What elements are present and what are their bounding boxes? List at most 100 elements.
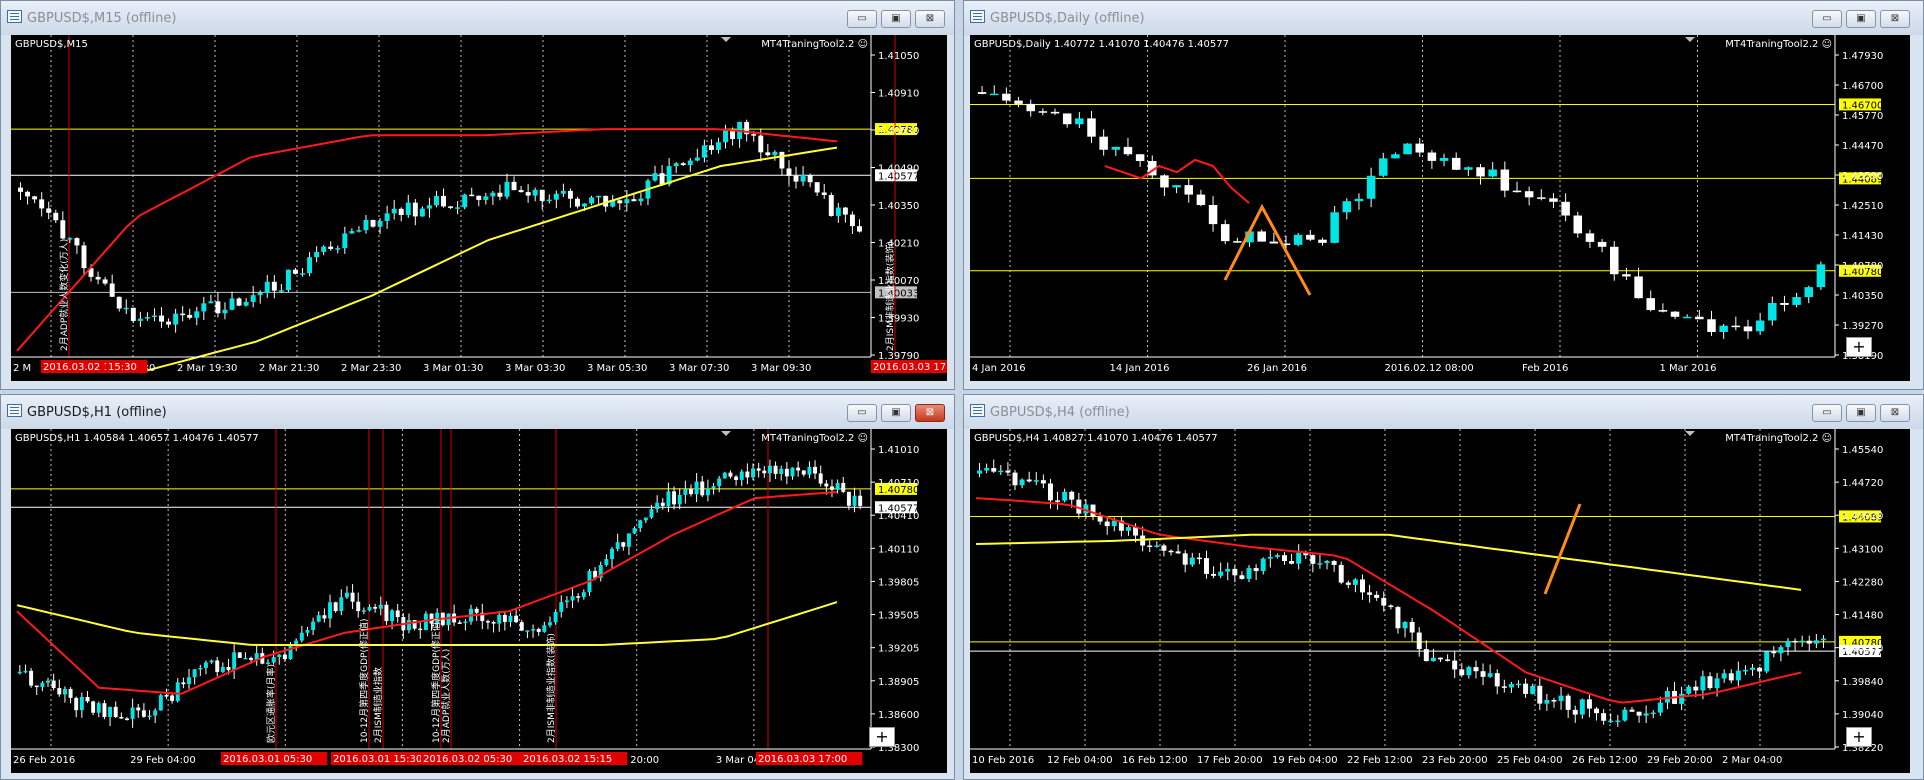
- candle-body: [25, 191, 31, 197]
- close-button[interactable]: ⊠: [1880, 404, 1910, 422]
- candle-body: [1792, 297, 1801, 305]
- candle-body: [604, 559, 609, 566]
- fast-ma-line: [975, 497, 1802, 704]
- candle-body: [187, 677, 191, 685]
- candle-body: [849, 214, 855, 227]
- title-bar[interactable]: GBPUSD$,M15 (offline) ▭ ▣ ⊠: [1, 1, 954, 35]
- candle-body: [1464, 167, 1473, 170]
- y-axis-label: 1.38600: [878, 710, 919, 721]
- candle-body: [1172, 185, 1181, 188]
- candle-body: [813, 466, 818, 474]
- add-button[interactable]: +: [1846, 727, 1872, 747]
- candle-body: [1196, 557, 1202, 560]
- candle-body: [638, 198, 644, 202]
- candle-body: [1026, 479, 1032, 482]
- candle-body: [1487, 673, 1493, 677]
- x-axis-label: 2 Mar 23:30: [341, 363, 401, 374]
- minimize-button[interactable]: ▭: [1812, 404, 1842, 422]
- candle-body: [398, 208, 404, 215]
- candle-body: [390, 610, 395, 622]
- candle-body: [1523, 683, 1529, 694]
- close-button[interactable]: ⊠: [1880, 10, 1910, 28]
- candle-body: [198, 667, 203, 670]
- candle-body: [74, 697, 79, 711]
- chart-window-daily[interactable]: GBPUSD$,Daily (offline) ▭ ▣ ⊠ 1.46700 1.4…: [963, 0, 1924, 390]
- candle-body: [677, 494, 682, 505]
- candle-body: [773, 465, 778, 474]
- title-bar[interactable]: GBPUSD$,Daily (offline) ▭ ▣ ⊠: [964, 1, 1923, 35]
- candle-body: [46, 208, 52, 213]
- title-bar[interactable]: GBPUSD$,H1 (offline) ▭ ▣ ⊠: [1, 395, 954, 429]
- y-axis-label: 1.43920: [1842, 511, 1883, 522]
- add-button[interactable]: +: [1846, 337, 1872, 357]
- x-axis-label: 26 Jan 2016: [1247, 363, 1307, 374]
- candle-body: [1012, 472, 1018, 486]
- maximize-button[interactable]: ▣: [881, 404, 911, 422]
- maximize-button[interactable]: ▣: [881, 10, 911, 28]
- price-chart[interactable]: 1.46700 1.44089 1.40780 1.47930 1.46700 1.457…: [970, 35, 1910, 381]
- maximize-button[interactable]: ▣: [1846, 10, 1876, 28]
- close-button[interactable]: ⊠: [915, 10, 945, 28]
- candle-body: [722, 472, 727, 479]
- candle-body: [1813, 640, 1819, 644]
- candle-body: [984, 468, 990, 471]
- candle-body: [1700, 676, 1706, 691]
- candle-body: [418, 628, 423, 631]
- event-time-label: 2016.03.01 15:30: [333, 754, 422, 765]
- slow-ma-line: [139, 146, 838, 374]
- candle-body: [1792, 640, 1798, 643]
- candle-body: [626, 533, 631, 547]
- candle-body: [328, 246, 334, 249]
- candle-body: [596, 195, 602, 198]
- minimize-button[interactable]: ▭: [1812, 10, 1842, 28]
- candle-body: [136, 707, 141, 711]
- candle-body: [1750, 667, 1756, 670]
- close-button[interactable]: ⊠: [915, 404, 945, 422]
- tool-label: MT4TraningTool2.2 ☺: [1725, 433, 1832, 444]
- y-axis-label: 1.40490: [878, 164, 919, 175]
- candle-body: [1636, 711, 1642, 716]
- candle-body: [790, 467, 795, 477]
- candle-body: [701, 145, 707, 158]
- candle-body: [1608, 720, 1614, 723]
- candle-body: [314, 251, 320, 258]
- price-chart[interactable]: 1.44089 1.40780 1.40577 1.45540 1.44720 1.439…: [970, 429, 1910, 773]
- candle-body: [680, 163, 686, 166]
- candle-body: [1125, 527, 1131, 531]
- candle-body: [649, 509, 654, 518]
- candle-body: [786, 168, 792, 176]
- chart-window-h1[interactable]: GBPUSD$,H1 (offline) ▭ ▣ ⊠ 1.40780 1.4057…: [0, 394, 955, 780]
- candle-body: [765, 152, 771, 156]
- drawn-projection-line: [1543, 503, 1582, 595]
- price-chart[interactable]: 1.40780 1.40577 1.41010 1.40710 1.40410 1.401…: [11, 429, 947, 773]
- chart-window-h4[interactable]: GBPUSD$,H4 (offline) ▭ ▣ ⊠ 1.44089 1.4078…: [963, 394, 1924, 780]
- candle-body: [158, 695, 163, 711]
- minimize-button[interactable]: ▭: [847, 10, 877, 28]
- candle-body: [977, 92, 987, 94]
- candle-body: [434, 195, 439, 206]
- candle-body: [1573, 215, 1583, 234]
- chart-shift-marker: [1685, 37, 1695, 42]
- candle-body: [1123, 146, 1133, 155]
- maximize-button[interactable]: ▣: [1846, 404, 1876, 422]
- candle-body: [689, 488, 693, 495]
- candle-body: [814, 182, 820, 193]
- candle-body: [857, 226, 862, 232]
- candle-body: [1816, 264, 1826, 288]
- minimize-button[interactable]: ▭: [847, 404, 877, 422]
- candle-body: [1097, 516, 1103, 522]
- candle-body: [1395, 606, 1401, 629]
- price-chart[interactable]: 1.40780 1.40577 1.40033 1.41050 1.40910 1.406…: [11, 35, 947, 381]
- candle-body: [322, 615, 327, 619]
- add-button[interactable]: +: [869, 727, 895, 747]
- candle-body: [1211, 573, 1217, 576]
- candle-body: [807, 466, 812, 475]
- x-axis-label: 17 Feb 20:00: [1197, 755, 1263, 766]
- chart-window-m15[interactable]: GBPUSD$,M15 (offline) ▭ ▣ ⊠ 1.40780 1.405…: [0, 0, 955, 390]
- candle-body: [1388, 605, 1394, 608]
- candle-body: [508, 615, 513, 622]
- candle-body: [370, 219, 376, 227]
- y-axis-label: 1.40630: [878, 126, 919, 137]
- candle-body: [1367, 592, 1373, 595]
- title-bar[interactable]: GBPUSD$,H4 (offline) ▭ ▣ ⊠: [964, 395, 1923, 429]
